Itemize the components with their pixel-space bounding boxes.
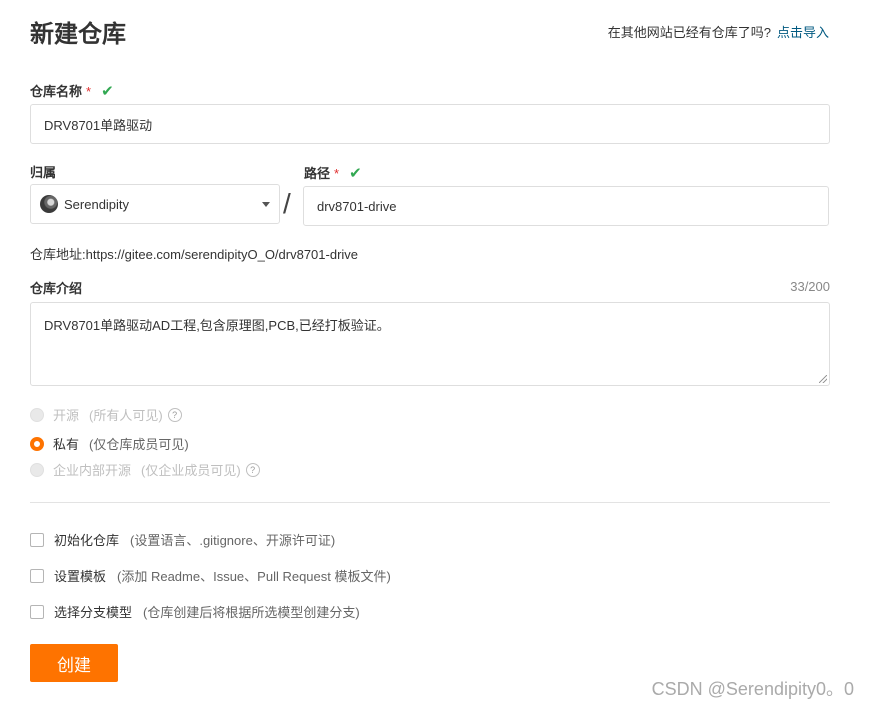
option-label: 选择分支模型: [54, 605, 133, 620]
visibility-open[interactable]: 开源 (所有人可见) ?: [30, 405, 182, 424]
help-icon[interactable]: ?: [245, 462, 260, 477]
owner-select[interactable]: Serendipity: [30, 184, 280, 224]
owner-value: Serendipity: [64, 196, 130, 212]
visibility-private[interactable]: 私有 (仅仓库成员可见): [30, 434, 189, 453]
radio-button[interactable]: [30, 407, 44, 422]
visibility-private-label: 私有: [53, 437, 80, 452]
checkbox[interactable]: [30, 604, 44, 619]
repo-name-value: DRV8701单路驱动: [44, 117, 153, 133]
visibility-open-hint: (所有人可见): [89, 408, 163, 423]
import-link[interactable]: 点击导入: [777, 25, 829, 40]
required-mark: *: [334, 166, 340, 181]
option-label: 设置模板: [54, 569, 107, 584]
path-separator: /: [283, 188, 291, 219]
owner-label: 归属: [30, 165, 57, 180]
visibility-enterprise-hint: (仅企业成员可见): [141, 463, 241, 478]
radio-button-selected[interactable]: [30, 436, 44, 451]
path-label-text: 路径: [304, 166, 331, 181]
option-hint: (设置语言、.gitignore、开源许可证): [130, 533, 336, 548]
visibility-enterprise[interactable]: 企业内部开源 (仅企业成员可见) ?: [30, 460, 260, 479]
owner-selected: Serendipity: [40, 195, 129, 213]
radio-button[interactable]: [30, 462, 44, 477]
option-init-repo[interactable]: 初始化仓库 (设置语言、.gitignore、开源许可证): [30, 530, 335, 549]
description-textarea[interactable]: DRV8701单路驱动AD工程,包含原理图,PCB,已经打板验证。: [30, 302, 830, 386]
option-branch-model[interactable]: 选择分支模型 (仓库创建后将根据所选模型创建分支): [30, 602, 360, 621]
watermark: CSDN @Serendipity0。0: [651, 679, 854, 699]
visibility-open-label: 开源: [53, 408, 80, 423]
description-value: DRV8701单路驱动AD工程,包含原理图,PCB,已经打板验证。: [44, 318, 390, 333]
help-icon[interactable]: ?: [167, 407, 182, 422]
caret-down-icon: [262, 201, 270, 207]
valid-check-icon: ✔: [349, 165, 362, 182]
required-mark: *: [86, 84, 92, 99]
repo-address: 仓库地址:https://gitee.com/serendipityO_O/dr…: [30, 247, 359, 262]
checkbox[interactable]: [30, 532, 44, 547]
path-value: drv8701-drive: [317, 198, 397, 214]
divider: [30, 502, 830, 503]
path-input[interactable]: drv8701-drive: [303, 186, 829, 226]
avatar: [40, 195, 58, 213]
description-label: 仓库介绍: [30, 281, 83, 296]
option-template[interactable]: 设置模板 (添加 Readme、Issue、Pull Request 模板文件): [30, 566, 391, 585]
path-label: 路径 * ✔: [304, 163, 362, 182]
char-counter: 33/200: [790, 279, 830, 294]
repo-name-input[interactable]: DRV8701单路驱动: [30, 104, 830, 144]
option-hint: (添加 Readme、Issue、Pull Request 模板文件): [117, 569, 391, 584]
repo-name-label: 仓库名称 * ✔: [30, 81, 114, 100]
option-label: 初始化仓库: [54, 533, 120, 548]
visibility-enterprise-label: 企业内部开源: [53, 463, 132, 478]
import-question: 在其他网站已经有仓库了吗?: [607, 25, 771, 40]
page-title: 新建仓库: [30, 21, 126, 48]
repo-name-label-text: 仓库名称: [30, 84, 83, 99]
resize-handle[interactable]: [819, 375, 827, 383]
visibility-private-hint: (仅仓库成员可见): [89, 437, 189, 452]
option-hint: (仓库创建后将根据所选模型创建分支): [143, 605, 360, 620]
create-button[interactable]: 创建: [30, 644, 118, 682]
checkbox[interactable]: [30, 568, 44, 583]
valid-check-icon: ✔: [101, 83, 114, 100]
import-hint: 在其他网站已经有仓库了吗? 点击导入: [608, 22, 829, 41]
